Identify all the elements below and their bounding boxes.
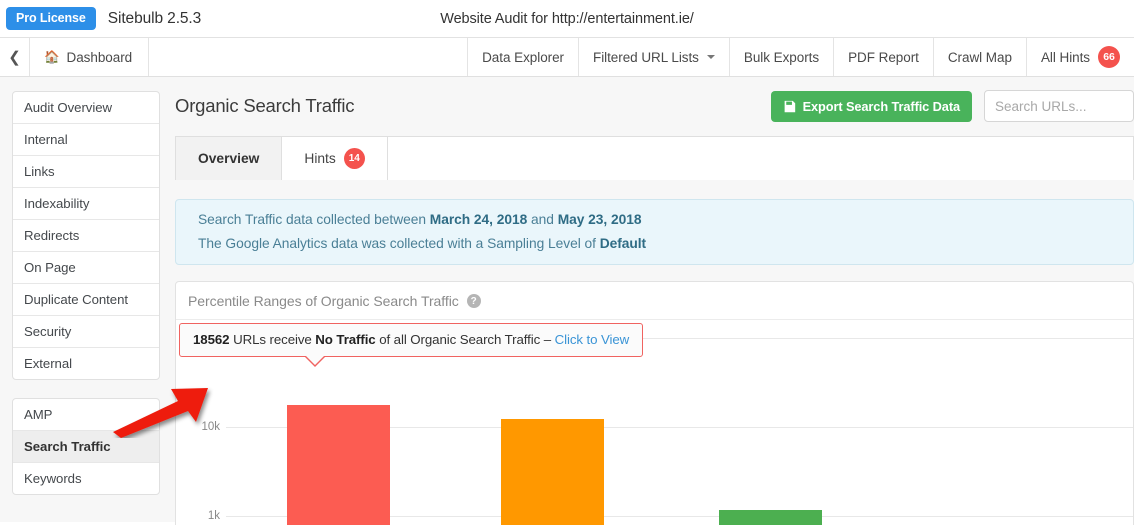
- all-hints-badge: 66: [1098, 46, 1120, 68]
- nav-item-pdf-report[interactable]: PDF Report: [833, 38, 933, 76]
- callout-caret-fill: [305, 355, 325, 365]
- nav-label: Filtered URL Lists: [593, 49, 699, 65]
- main-navbar: ❮ 🏠 Dashboard Data Explorer Filtered URL…: [0, 37, 1134, 77]
- home-icon: 🏠: [44, 49, 60, 64]
- nav-item-dashboard[interactable]: 🏠 Dashboard: [29, 38, 148, 76]
- ytick-label: 10k: [201, 421, 220, 433]
- nav-item-all-hints[interactable]: All Hints 66: [1025, 38, 1134, 76]
- save-icon: [783, 100, 796, 113]
- nav-label: All Hints: [1040, 49, 1090, 65]
- pro-license-badge: Pro License: [6, 6, 96, 31]
- nav-item-crawl-map[interactable]: Crawl Map: [932, 38, 1026, 76]
- bar-low-traffic[interactable]: [501, 419, 604, 525]
- sidebar-group-reports: Audit Overview Internal Links Indexabili…: [12, 91, 160, 380]
- nav-item-data-explorer[interactable]: Data Explorer: [467, 38, 578, 76]
- help-circle-icon[interactable]: ?: [466, 294, 481, 308]
- nav-label: Bulk Exports: [743, 49, 820, 65]
- sidebar-item-on-page[interactable]: On Page: [13, 252, 159, 284]
- no-traffic-callout[interactable]: 18562 URLs receive No Traffic of all Org…: [179, 323, 644, 367]
- bar-medium-traffic[interactable]: [719, 510, 822, 525]
- sidebar-item-security[interactable]: Security: [13, 316, 159, 348]
- sidebar-item-keywords[interactable]: Keywords: [13, 463, 159, 494]
- nav-label: Crawl Map: [947, 49, 1012, 65]
- sidebar: Audit Overview Internal Links Indexabili…: [0, 77, 170, 522]
- hints-badge: 14: [343, 148, 365, 169]
- callout-text: URLs receive: [229, 332, 316, 347]
- alert-start-date: March 24, 2018: [429, 212, 528, 227]
- nav-item-filtered-url-lists[interactable]: Filtered URL Lists: [578, 38, 729, 76]
- chart-title: Percentile Ranges of Organic Search Traf…: [188, 293, 459, 309]
- nav-spacer: [148, 38, 467, 76]
- sidebar-item-indexability[interactable]: Indexability: [13, 188, 159, 220]
- nav-item-bulk-exports[interactable]: Bulk Exports: [728, 38, 833, 76]
- search-urls-input[interactable]: [984, 90, 1134, 122]
- nav-label: Data Explorer: [482, 49, 564, 65]
- sidebar-item-audit-overview[interactable]: Audit Overview: [13, 92, 159, 124]
- export-search-traffic-button[interactable]: Export Search Traffic Data: [770, 90, 972, 122]
- export-button-label: Export Search Traffic Data: [802, 98, 961, 114]
- header-actions: Export Search Traffic Data: [770, 90, 1134, 122]
- body-wrapper: Audit Overview Internal Links Indexabili…: [0, 77, 1134, 525]
- back-button[interactable]: ❮: [0, 38, 29, 76]
- nav-label: PDF Report: [848, 49, 919, 65]
- alert-text: Search Traffic data collected between: [198, 212, 430, 227]
- tab-filler: [386, 136, 1134, 180]
- sidebar-item-external[interactable]: External: [13, 348, 159, 379]
- tab-hints[interactable]: Hints 14: [281, 136, 387, 180]
- sidebar-item-amp[interactable]: AMP: [13, 399, 159, 431]
- top-bar: Pro License Sitebulb 2.5.3 Website Audit…: [0, 0, 1134, 37]
- sidebar-item-duplicate-content[interactable]: Duplicate Content: [13, 284, 159, 316]
- sidebar-group-traffic: AMP Search Traffic Keywords: [12, 398, 160, 495]
- info-alert: Search Traffic data collected between Ma…: [175, 199, 1134, 265]
- callout-text: of all Organic Search Traffic –: [375, 332, 555, 347]
- content-tabs: Overview Hints 14: [175, 136, 1134, 180]
- alert-line-sampling: The Google Analytics data was collected …: [198, 236, 1133, 251]
- ytick-label: 1k: [207, 510, 220, 522]
- chart-panel-header: Percentile Ranges of Organic Search Traf…: [176, 282, 1133, 320]
- tab-label: Overview: [198, 151, 260, 166]
- app-title: Sitebulb 2.5.3: [107, 9, 202, 27]
- tab-overview[interactable]: Overview: [175, 136, 282, 180]
- sidebar-item-links[interactable]: Links: [13, 156, 159, 188]
- alert-text: The Google Analytics data was collected …: [198, 236, 600, 251]
- callout-emphasis: No Traffic: [315, 332, 376, 347]
- alert-line-dates: Search Traffic data collected between Ma…: [198, 212, 1133, 227]
- alert-text: and: [527, 212, 558, 227]
- callout-link[interactable]: Click to View: [555, 332, 630, 347]
- alert-end-date: May 23, 2018: [557, 212, 642, 227]
- callout-count: 18562: [193, 332, 230, 347]
- sidebar-item-internal[interactable]: Internal: [13, 124, 159, 156]
- chart-panel: Percentile Ranges of Organic Search Traf…: [175, 281, 1134, 525]
- chevron-left-icon: ❮: [8, 49, 21, 66]
- alert-sampling-value: Default: [599, 236, 647, 251]
- page-title: Organic Search Traffic: [175, 95, 355, 116]
- nav-dashboard-label: Dashboard: [66, 49, 133, 65]
- bar-no-traffic[interactable]: [287, 405, 390, 525]
- sidebar-item-search-traffic[interactable]: Search Traffic: [13, 431, 159, 463]
- sidebar-item-redirects[interactable]: Redirects: [13, 220, 159, 252]
- main-content: Organic Search Traffic Export Search Tra…: [170, 77, 1134, 525]
- chevron-down-icon: [706, 55, 715, 59]
- percentile-bar-chart: 100k 10k 1k 18562 URLs receive No Traffi…: [176, 320, 1133, 525]
- main-header: Organic Search Traffic Export Search Tra…: [175, 89, 1134, 123]
- tab-label: Hints: [304, 151, 336, 166]
